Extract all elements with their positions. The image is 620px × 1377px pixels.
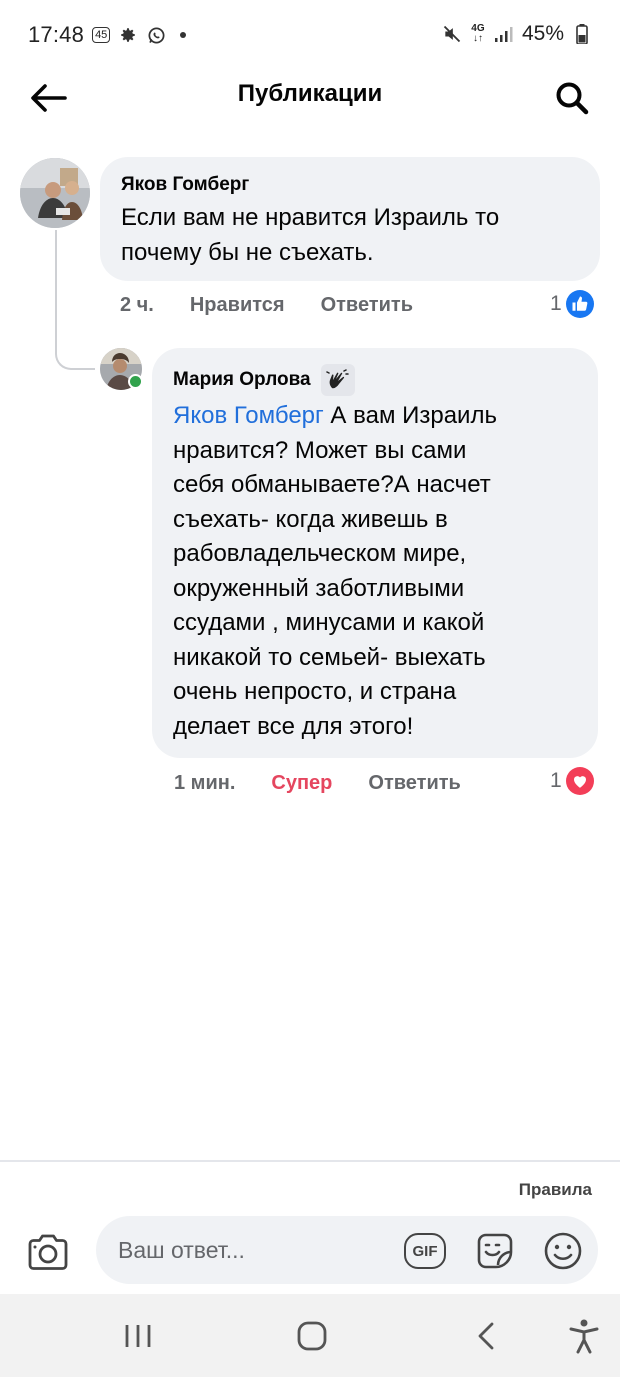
comment-timestamp[interactable]: 2 ч. (120, 294, 154, 317)
comment-author[interactable]: Мария Орлова (173, 369, 311, 391)
camera-icon (28, 1234, 68, 1270)
reply-button[interactable]: Ответить (321, 294, 413, 317)
sticker-icon (477, 1233, 513, 1269)
app-header: Публикации (0, 70, 620, 124)
page-title: Публикации (237, 80, 383, 107)
network-type: 4G ↓↑ (471, 23, 485, 44)
gif-button[interactable]: GIF (404, 1230, 446, 1272)
like-reaction-icon (565, 290, 594, 318)
gif-label: GIF (412, 1242, 438, 1260)
comment-timestamp[interactable]: 1 мин. (174, 772, 235, 795)
accessibility-icon (569, 1319, 599, 1354)
comment-text-line: никакой то семьей- выехать (173, 643, 486, 671)
love-reaction-icon (565, 767, 594, 795)
comment-text-line: себя обманываете?А насчет (173, 471, 491, 498)
more-notifications-dot (180, 32, 187, 38)
reply-input-container: GIF (96, 1216, 598, 1284)
comment-text-line: рабовладельческом мире, (173, 540, 467, 567)
status-bar: 17:48 45 4G ↓↑ 45% (0, 0, 620, 70)
comment-actions: 1 мин. Супер Ответить (174, 772, 461, 795)
comment-text-line: почему бы не съехать. (121, 238, 374, 266)
comment-text-line: окруженный заботливыми (173, 574, 465, 602)
reply-input[interactable] (118, 1216, 398, 1284)
reaction-count: 1 (550, 769, 562, 792)
notification-badge: 45 (92, 27, 111, 43)
like-button[interactable]: Нравится (190, 294, 285, 317)
comment-text-line: Если вам не нравится Израиль то (121, 204, 500, 231)
online-status-dot (128, 374, 143, 389)
home-button[interactable] (290, 1314, 334, 1358)
mute-icon (442, 24, 462, 44)
battery-icon (572, 24, 592, 44)
waving-hands-icon (320, 364, 355, 396)
chevron-left-icon (478, 1322, 494, 1350)
whatsapp-icon (146, 25, 166, 45)
gif-icon: GIF (404, 1233, 446, 1269)
composer-divider (0, 1160, 620, 1162)
thread-connector-line (55, 230, 95, 370)
comment-text-line: нравится? Может вы сами (173, 436, 467, 464)
status-time: 17:48 (28, 22, 85, 47)
system-nav-bar (0, 1294, 620, 1377)
comment-text-segment: А вам Израиль (323, 402, 497, 429)
comment-text-line: Яков Гомберг А вам Израиль (173, 399, 593, 434)
comment-bubble: Яков Гомберг Если вам не нравится Израил… (100, 157, 600, 281)
emoji-icon (544, 1232, 582, 1270)
status-left: 17:48 45 (28, 22, 187, 48)
recent-apps-button[interactable] (116, 1314, 160, 1358)
search-icon (556, 82, 589, 115)
comment-text-line: ссудами , минусами и какой (173, 609, 485, 636)
comment-text-line: съехать- когда живешь в (173, 505, 448, 533)
comment-text: Яков Гомберг А вам Израиль нравится? Мож… (173, 399, 593, 744)
search-button[interactable] (550, 76, 594, 120)
reply-button[interactable]: Ответить (368, 772, 460, 795)
mention-link[interactable]: Яков Гомберг (173, 402, 324, 429)
home-icon (297, 1321, 327, 1351)
reply-bubble: Мария Орлова Яков Гомберг А вам Израиль … (152, 348, 598, 758)
comment-author[interactable]: Яков Гомберг (121, 174, 249, 196)
comment-actions: 2 ч. Нравится Ответить (120, 294, 413, 317)
comment-text-line: делает все для этого! (173, 712, 414, 740)
reaction-summary[interactable]: 1 (550, 290, 594, 318)
comment-text-line: очень непросто, и страна (173, 678, 457, 705)
rules-link[interactable]: Правила (519, 1180, 592, 1200)
signal-icon (494, 24, 514, 44)
super-reaction-button[interactable]: Супер (271, 772, 332, 795)
battery-percent: 45% (521, 22, 564, 45)
comment-text: Если вам не нравится Израиль то почему б… (121, 201, 591, 270)
status-right: 4G ↓↑ 45% (442, 22, 592, 46)
system-back-button[interactable] (464, 1314, 508, 1358)
gear-icon (118, 25, 138, 45)
reply-author-row: Мария Орлова (173, 364, 355, 396)
accessibility-button[interactable] (562, 1314, 606, 1358)
recent-apps-icon (125, 1325, 151, 1347)
emoji-button[interactable] (542, 1230, 584, 1272)
reaction-count: 1 (550, 292, 562, 315)
camera-button[interactable] (24, 1228, 72, 1276)
sticker-button[interactable] (474, 1230, 516, 1272)
avatar[interactable] (20, 158, 90, 228)
reaction-summary[interactable]: 1 (550, 767, 594, 795)
